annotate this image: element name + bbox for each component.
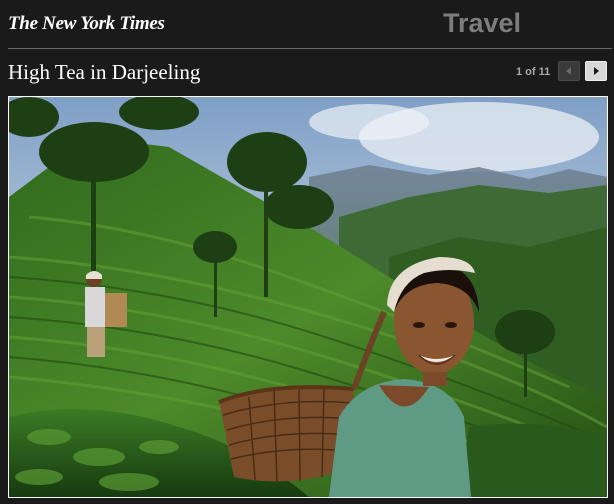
slide-counter: 1 of 11: [516, 66, 551, 78]
slideshow-title: High Tea in Darjeeling: [8, 60, 201, 84]
chevron-right-icon: [594, 67, 599, 75]
tea-plantation-photo: [9, 97, 607, 497]
section-label[interactable]: Travel: [443, 8, 521, 39]
chevron-left-icon: [566, 67, 571, 75]
next-slide-button[interactable]: [585, 61, 607, 81]
header-divider: [8, 48, 612, 49]
previous-slide-button[interactable]: [558, 61, 580, 81]
nyt-logo[interactable]: The New York Times: [8, 13, 165, 35]
masthead: The New York Times Travel: [0, 0, 614, 48]
slideshow-photo[interactable]: [8, 96, 608, 498]
